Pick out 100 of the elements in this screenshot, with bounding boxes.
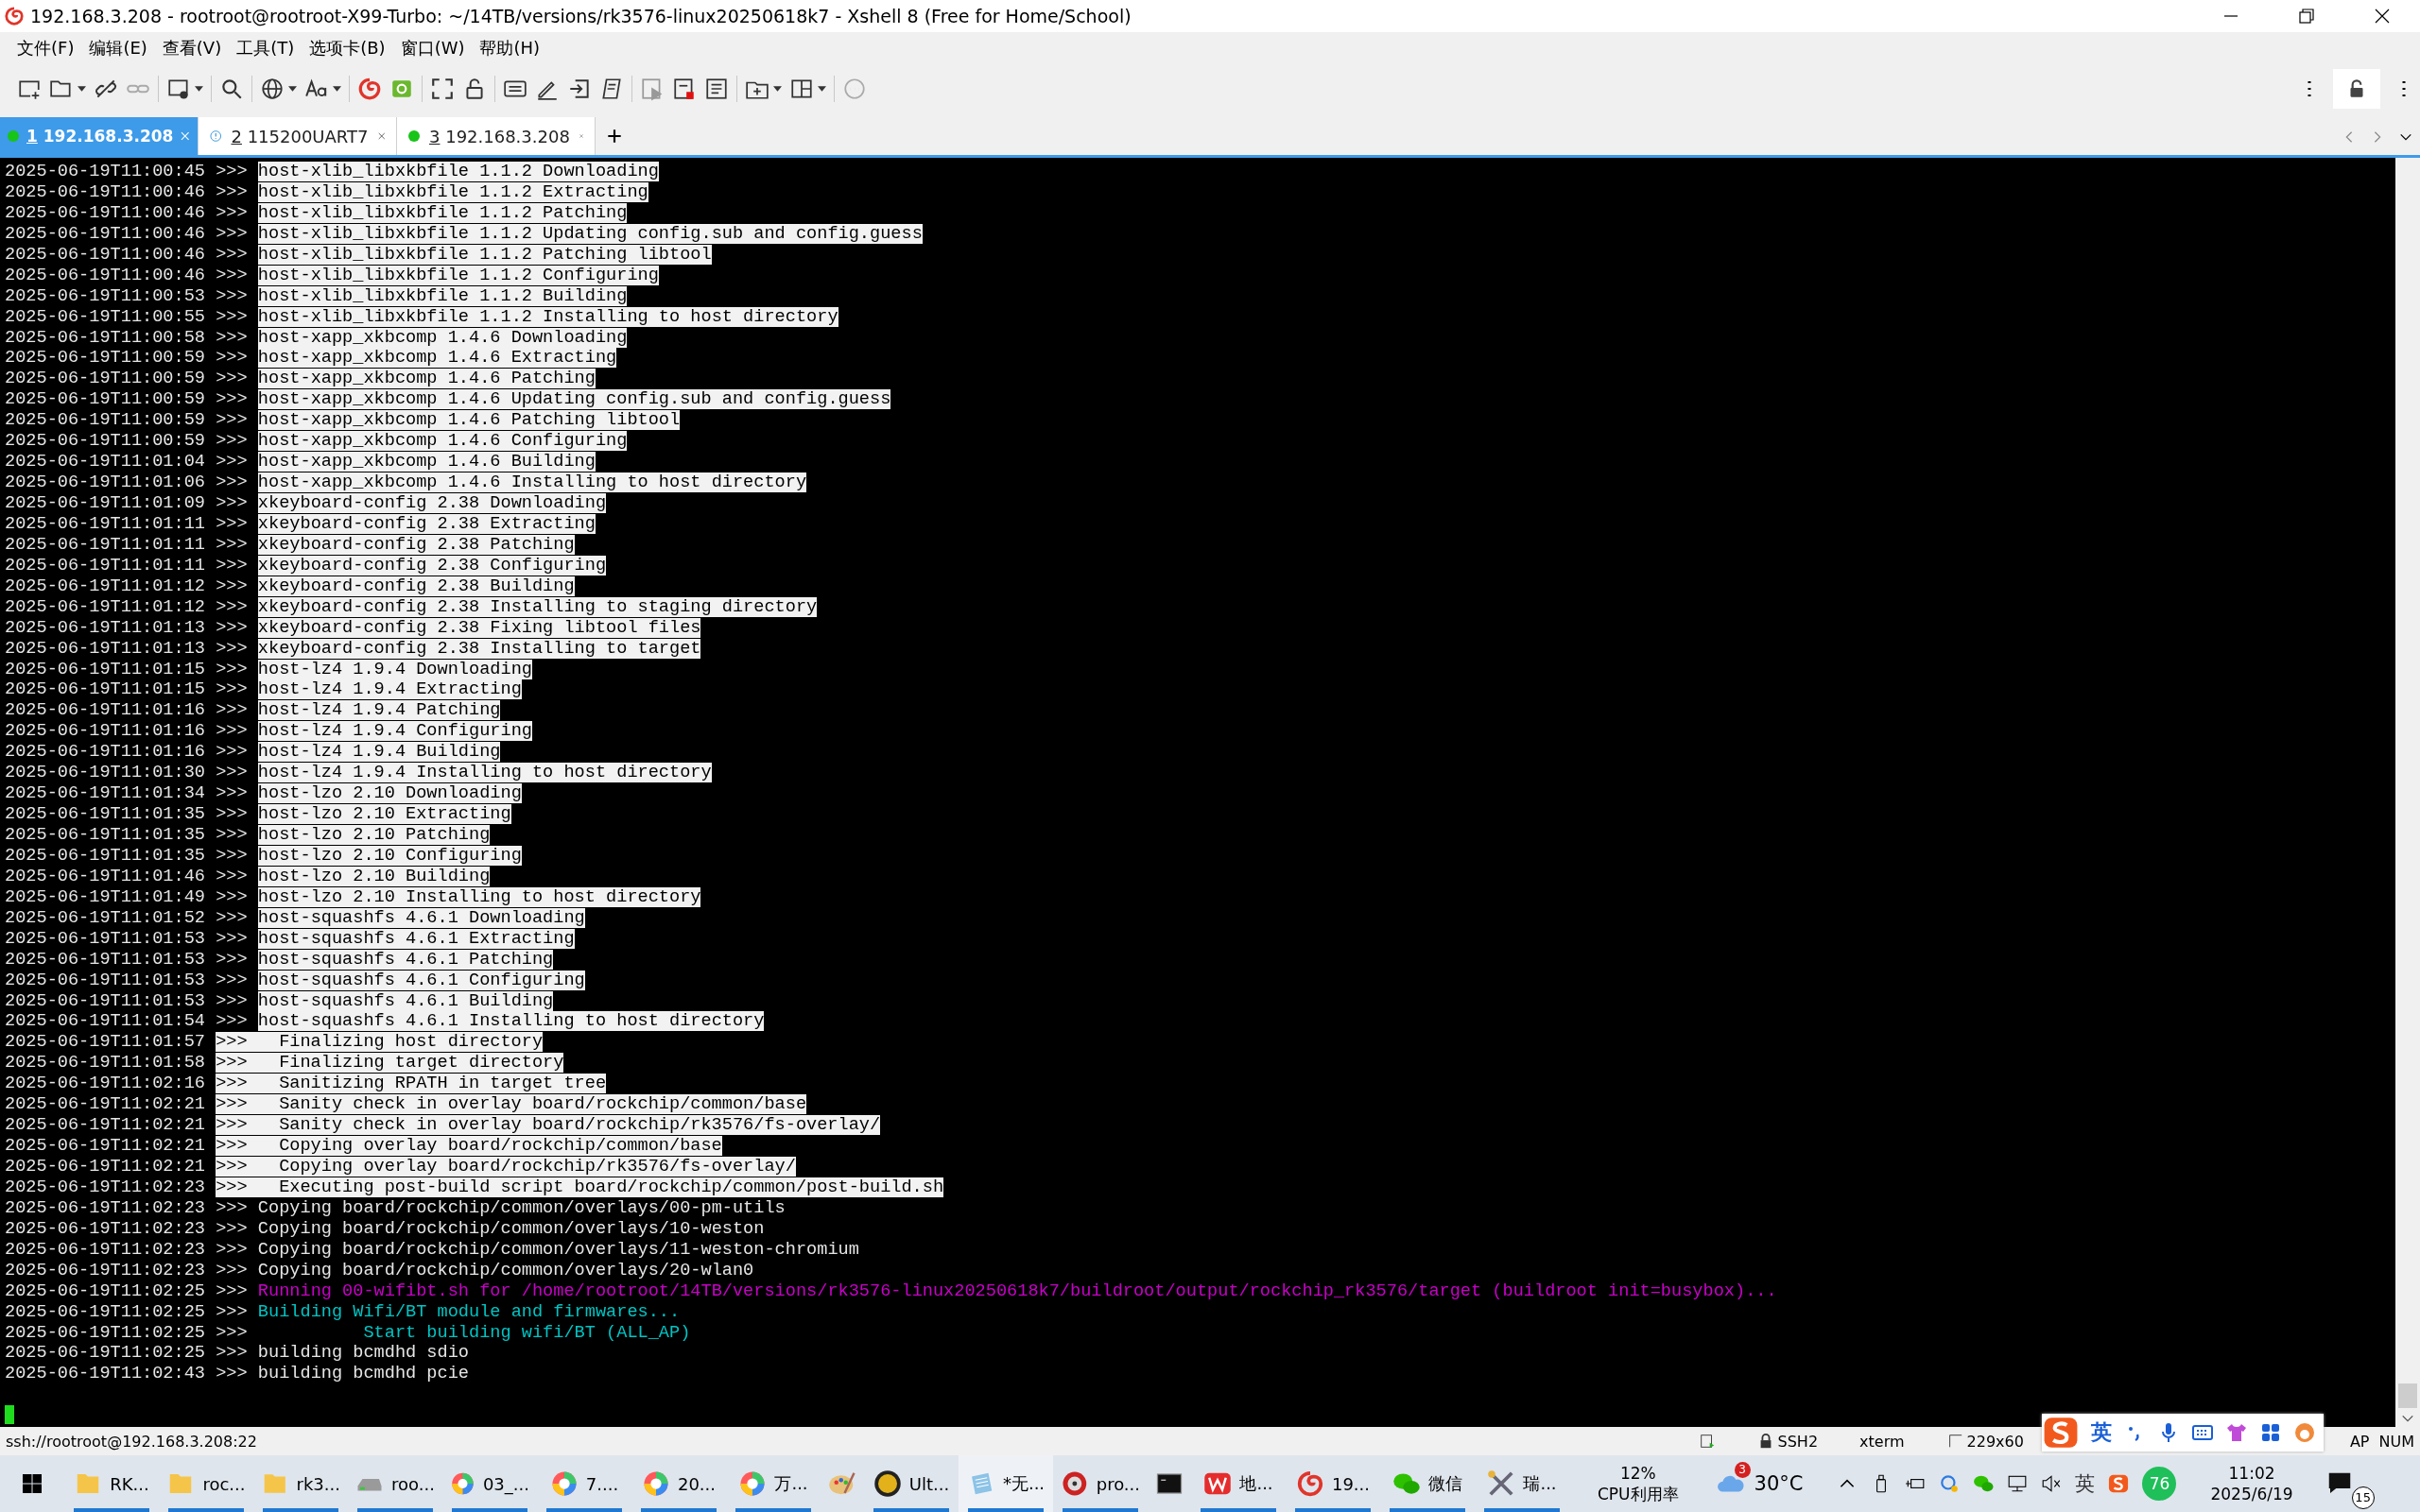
prompt-marker: >>>: [216, 679, 248, 700]
log-text: host-xlib_libxkbfile 1.1.2 Installing to host directory: [257, 306, 838, 327]
log-text: host-xapp_xkbcomp 1.4.6 Updating config.sub and config.guess: [257, 389, 891, 410]
log-text: host-xapp_xkbcomp 1.4.6 Extracting: [257, 348, 617, 369]
timestamp: 2025-06-19T11:01:16: [5, 721, 205, 742]
log-text: xkeyboard-config 2.38 Building: [257, 576, 575, 596]
prompt-marker: >>>: [216, 202, 248, 223]
menu-item[interactable]: 窗口(W): [400, 37, 465, 60]
log-text: >>> Finalizing target directory: [216, 1053, 564, 1074]
menu-item[interactable]: 编辑(E): [89, 37, 147, 60]
prompt-marker: >>>: [216, 928, 248, 949]
taskbar-app[interactable]: roo...: [348, 1455, 442, 1512]
menu-item[interactable]: 文件(F): [17, 37, 75, 60]
taskbar-app[interactable]: 万...: [726, 1455, 821, 1512]
session-tab[interactable]: 3 192.168.3.208: [397, 117, 596, 155]
taskbar-app[interactable]: 7....: [537, 1455, 631, 1512]
menu-item[interactable]: 查看(V): [162, 37, 222, 60]
temperature[interactable]: 30°C: [1754, 1472, 1804, 1495]
log-text: host-xapp_xkbcomp 1.4.6 Downloading: [257, 327, 628, 348]
taskbar-app[interactable]: 瑞...: [1475, 1455, 1569, 1512]
log-text: host-xlib_libxkbfile 1.1.2 Configuring: [257, 265, 659, 285]
timestamp: 2025-06-19T11:00:55: [5, 306, 205, 327]
log-text: host-lz4 1.9.4 Building: [257, 742, 501, 763]
timestamp: 2025-06-19T11:01:09: [5, 493, 205, 513]
clock[interactable]: 11:02 2025/6/19: [2210, 1463, 2293, 1504]
timestamp: 2025-06-19T11:00:59: [5, 369, 205, 389]
taskbar-app[interactable]: 19...: [1286, 1455, 1380, 1512]
num-lock-status: NUM: [2378, 1432, 2414, 1451]
taskbar-app[interactable]: Ult...: [864, 1455, 959, 1512]
log-text: host-xapp_xkbcomp 1.4.6 Patching: [257, 369, 596, 389]
taskbar-app[interactable]: 03_...: [442, 1455, 537, 1512]
timestamp: 2025-06-19T11:01:35: [5, 825, 205, 845]
prompt-marker: >>>: [216, 555, 248, 576]
log-text: xkeyboard-config 2.38 Fixing libtool files: [257, 617, 701, 638]
timestamp: 2025-06-19T11:01:15: [5, 679, 205, 700]
prompt-marker: >>>: [216, 223, 248, 244]
log-text: >>> Copying overlay board/rockchip/rk3576/fs-overlay/: [216, 1157, 796, 1177]
taskbar-app[interactable]: 20...: [631, 1455, 726, 1512]
prompt-marker: >>>: [216, 285, 248, 306]
timestamp: 2025-06-19T11:02:23: [5, 1260, 205, 1280]
session-tab[interactable]: 2 115200UART7: [199, 117, 397, 155]
log-text: xkeyboard-config 2.38 Extracting: [257, 513, 596, 534]
prompt-marker: >>>: [216, 1322, 248, 1343]
menu-item[interactable]: 帮助(H): [479, 37, 541, 60]
timestamp: 2025-06-19T11:00:59: [5, 431, 205, 452]
prompt-marker: >>>: [216, 638, 248, 659]
timestamp: 2025-06-19T11:00:53: [5, 285, 205, 306]
taskbar-app[interactable]: *无...: [959, 1455, 1053, 1512]
timestamp: 2025-06-19T11:01:13: [5, 617, 205, 638]
prompt-marker: >>>: [216, 1301, 248, 1322]
prompt-marker: >>>: [216, 493, 248, 513]
log-text: Start building wifi/BT (ALL_AP): [362, 1322, 691, 1343]
prompt-marker: >>>: [216, 763, 248, 783]
log-text: Copying board/rockchip/common/overlays/11-weston-chromium: [257, 1239, 859, 1260]
prompt-marker: >>>: [216, 1343, 248, 1364]
menu-item[interactable]: 选项卡(B): [309, 37, 386, 60]
prompt-marker: >>>: [216, 162, 248, 181]
log-text: >>> Executing post-build script board/rockchip/common/post-build.sh: [216, 1177, 944, 1197]
log-text: host-squashfs 4.6.1 Installing to host directory: [257, 1011, 765, 1032]
prompt-marker: >>>: [216, 1260, 248, 1280]
taskbar-app[interactable]: RK...: [64, 1455, 159, 1512]
input-language[interactable]: 英: [2075, 1470, 2096, 1497]
timestamp: 2025-06-19T11:00:46: [5, 202, 205, 223]
prompt-marker: >>>: [216, 866, 248, 886]
log-text: host-xapp_xkbcomp 1.4.6 Building: [257, 452, 596, 472]
log-text: host-lzo 2.10 Installing to host directory: [257, 886, 701, 907]
prompt-marker: >>>: [216, 700, 248, 721]
taskbar-app[interactable]: 微信: [1380, 1455, 1475, 1512]
log-text: host-squashfs 4.6.1 Building: [257, 990, 554, 1011]
prompt-marker: >>>: [216, 576, 248, 596]
log-text: Running 00-wifibt.sh for /home/rootroot/14TB/versions/rk3576-linux20250618k7/buildroot/output/rockchip_rk3576/target (buildroot init=busybox)...: [257, 1280, 1777, 1301]
taskbar-app[interactable]: 地...: [1191, 1455, 1286, 1512]
log-text: host-lzo 2.10 Extracting: [257, 804, 511, 825]
window-title: 192.168.3.208 - rootroot@rootroot-X99-Turbo: ~/14TB/versions/rk3576-linux20250618k7 - Xshell 8 (Free for Home/School): [30, 6, 1132, 26]
log-text: >>> Sanitizing RPATH in target tree: [216, 1074, 607, 1094]
prompt-marker: >>>: [216, 1239, 248, 1260]
timestamp: 2025-06-19T11:02:43: [5, 1364, 205, 1384]
log-text: host-lz4 1.9.4 Patching: [257, 700, 501, 721]
prompt-marker: >>>: [216, 825, 248, 845]
notification-count: 15: [2351, 1486, 2375, 1509]
timestamp: 2025-06-19T11:02:25: [5, 1280, 205, 1301]
timestamp: 2025-06-19T11:01:13: [5, 638, 205, 659]
caps-lock-status: AP: [2349, 1432, 2370, 1451]
prompt-marker: >>>: [216, 659, 248, 679]
taskbar-app[interactable]: pro...: [1053, 1455, 1148, 1512]
language-toggle[interactable]: 英: [2091, 1418, 2112, 1447]
log-text: Copying board/rockchip/common/overlays/00-pm-utils: [257, 1197, 786, 1218]
timestamp: 2025-06-19T11:00:59: [5, 389, 205, 410]
timestamp: 2025-06-19T11:02:25: [5, 1343, 205, 1364]
timestamp: 2025-06-19T11:01:54: [5, 1011, 205, 1032]
prompt-marker: >>>: [216, 452, 248, 472]
taskbar-app[interactable]: rk3...: [253, 1455, 348, 1512]
menu-item[interactable]: 工具(T): [236, 37, 295, 60]
timestamp: 2025-06-19T11:01:11: [5, 513, 205, 534]
log-text: Building Wifi/BT module and firmwares...: [257, 1301, 681, 1322]
input-method-bar[interactable]: 英: [2042, 1414, 2324, 1452]
prompt-marker: >>>: [216, 306, 248, 327]
timestamp: 2025-06-19T11:01:58: [5, 1053, 205, 1074]
taskbar-app[interactable]: roc...: [159, 1455, 253, 1512]
log-text: host-squashfs 4.6.1 Configuring: [257, 970, 585, 990]
